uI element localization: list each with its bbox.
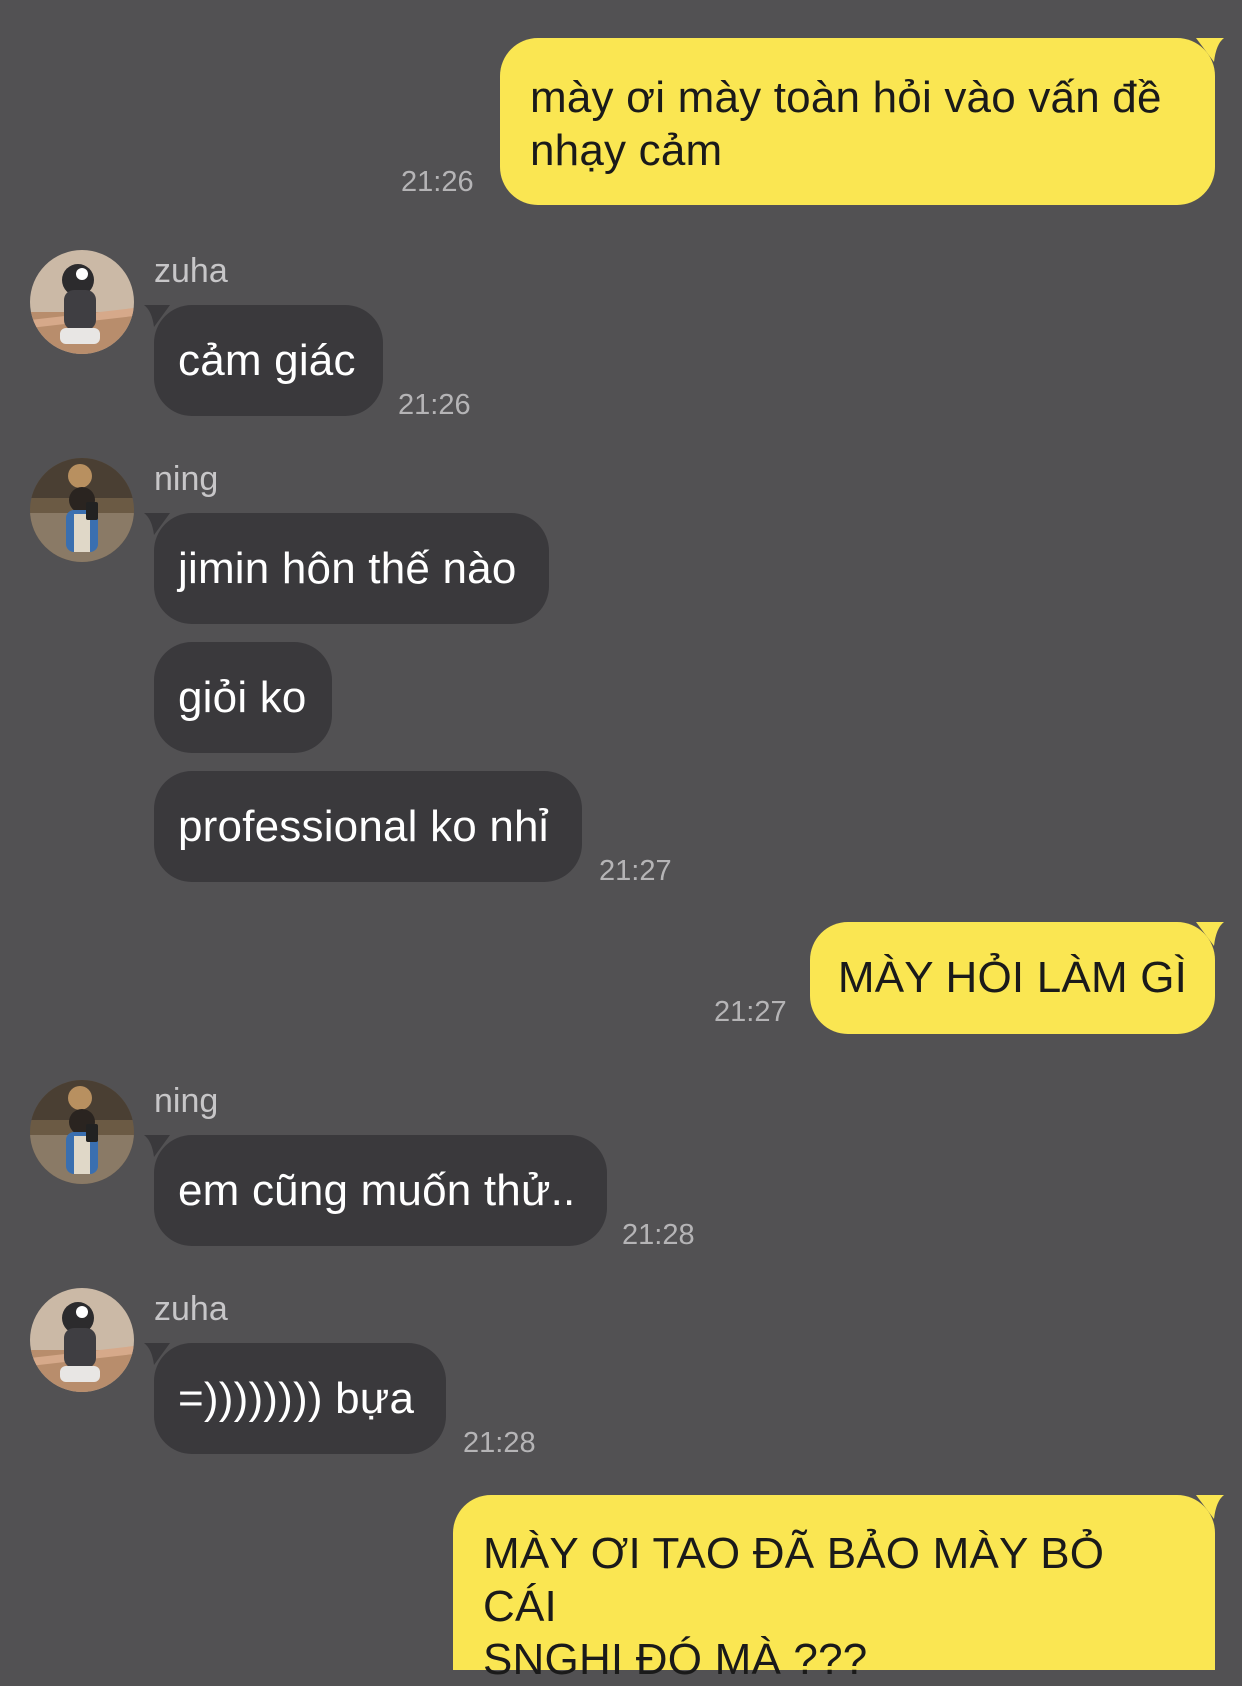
avatar-ning[interactable] bbox=[30, 458, 134, 562]
message-time: 21:26 bbox=[398, 389, 471, 421]
incoming-message-bubble[interactable]: em cũng muốn thử.. bbox=[154, 1135, 607, 1246]
sender-name: zuha bbox=[154, 1290, 228, 1328]
bubble-tail bbox=[1196, 1495, 1224, 1519]
avatar-photo-icon bbox=[30, 1288, 134, 1392]
avatar-zuha[interactable] bbox=[30, 1288, 134, 1392]
outgoing-message-bubble[interactable]: MÀY HỎI LÀM GÌ bbox=[810, 922, 1215, 1034]
incoming-message-bubble[interactable]: =)))))))) bựa bbox=[154, 1343, 446, 1454]
outgoing-message-bubble[interactable]: mày ơi mày toàn hỏi vào vấn đề nhạy cảm bbox=[500, 38, 1215, 205]
bubble-tail bbox=[144, 305, 170, 327]
bubble-tail bbox=[1196, 922, 1224, 946]
incoming-message-bubble[interactable]: cảm giác bbox=[154, 305, 383, 416]
sender-name: zuha bbox=[154, 252, 228, 290]
message-time: 21:28 bbox=[622, 1219, 695, 1251]
avatar-ning[interactable] bbox=[30, 1080, 134, 1184]
message-time: 21:26 bbox=[401, 166, 474, 198]
incoming-message-bubble[interactable]: professional ko nhỉ bbox=[154, 771, 582, 882]
message-time: 21:27 bbox=[599, 855, 672, 887]
avatar-zuha[interactable] bbox=[30, 250, 134, 354]
bubble-tail bbox=[144, 513, 170, 535]
message-time: 21:28 bbox=[463, 1427, 536, 1459]
sender-name: ning bbox=[154, 1082, 219, 1120]
avatar-photo-icon bbox=[30, 458, 134, 562]
avatar-photo-icon bbox=[30, 250, 134, 354]
bubble-tail bbox=[1196, 38, 1224, 62]
avatar-photo-icon bbox=[30, 1080, 134, 1184]
outgoing-message-bubble[interactable]: MÀY ƠI TAO ĐÃ BẢO MÀY BỎ CÁI SNGHI ĐÓ MÀ… bbox=[453, 1495, 1215, 1684]
sender-name: ning bbox=[154, 460, 219, 498]
bubble-tail bbox=[144, 1135, 170, 1157]
bubble-tail bbox=[144, 1343, 170, 1365]
incoming-message-bubble[interactable]: jimin hôn thế nào bbox=[154, 513, 549, 624]
message-time: 21:27 bbox=[714, 996, 787, 1028]
incoming-message-bubble[interactable]: giỏi ko bbox=[154, 642, 332, 753]
